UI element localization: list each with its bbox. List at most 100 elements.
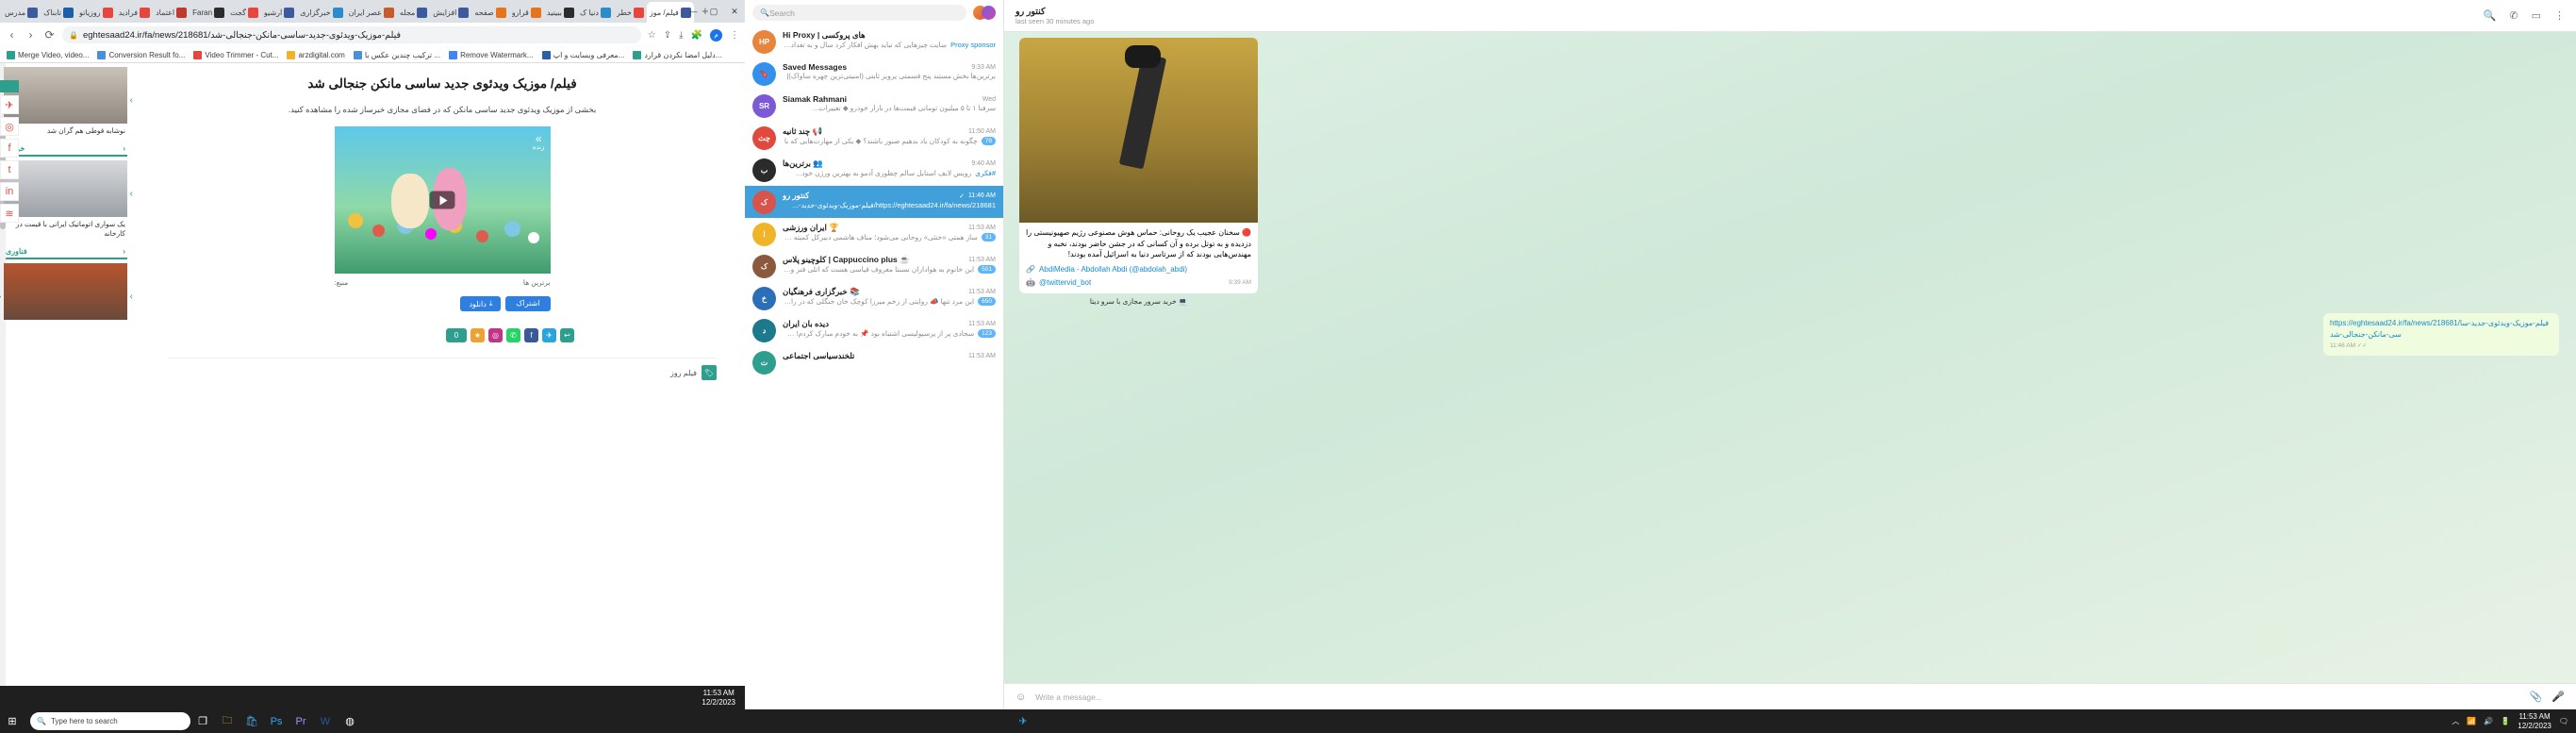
facebook-icon[interactable]: f — [524, 328, 538, 342]
close-button[interactable]: ✕ — [724, 0, 745, 23]
sidebar-card[interactable]: ‹ › — [0, 263, 133, 321]
comment-count-badge[interactable]: 0 — [446, 328, 467, 342]
carousel-next-icon[interactable]: › — [130, 189, 133, 199]
chat-list-item[interactable]: ک کلوچینو پلاس | Cappuccino plus ☕ 11:53 A… — [745, 250, 1003, 282]
store-icon[interactable]: 🛍 — [239, 709, 264, 733]
message-link-bot[interactable]: @twittervid_bot — [1039, 277, 1091, 289]
telegram-icon[interactable]: ✈ — [1011, 709, 1035, 733]
instagram-icon[interactable]: ◎ — [0, 117, 19, 136]
whatsapp-icon[interactable]: ✆ — [506, 328, 520, 342]
browser-tab[interactable]: عصر ایران — [346, 2, 397, 23]
browser-tab[interactable]: افزایش — [430, 2, 471, 23]
browser-tab[interactable]: مدرس — [2, 2, 41, 23]
photoshop-icon[interactable]: Ps — [264, 709, 289, 733]
rss-icon[interactable]: ≋ — [0, 204, 19, 223]
maximize-button[interactable]: ▢ — [703, 0, 724, 23]
phone-icon[interactable]: ✆ — [2509, 9, 2518, 22]
profile-avatar[interactable]: م — [710, 28, 722, 42]
battery-icon[interactable]: 🔋 — [2501, 717, 2510, 725]
video-player[interactable]: » زنده — [334, 126, 551, 274]
network-icon[interactable]: 📶 — [2467, 717, 2476, 725]
taskbar-search-box[interactable]: 🔍 Type here to search — [30, 712, 190, 730]
browser-tab[interactable]: مجله — [397, 2, 430, 23]
browser-tab[interactable]: خطر — [614, 2, 647, 23]
message-link-author[interactable]: AbdiMedia - Abdollah Abdi (@abdolah_abdi… — [1039, 264, 1187, 275]
carousel-next-icon[interactable]: › — [130, 292, 133, 302]
section-more-icon[interactable]: ‹ — [123, 144, 125, 153]
carousel-next-icon[interactable]: › — [130, 95, 133, 106]
message-bubble-outgoing[interactable]: https://eghtesaad24.ir/fa/news/218681/فی… — [2323, 312, 2559, 356]
telegram-icon[interactable]: ✈ — [0, 95, 19, 114]
browser-tab[interactable]: فرادید — [116, 2, 153, 23]
chat-list-item[interactable]: SR Siamak Rahmani Wed سرفنا ۱ تا ۵ میلیون ت… — [745, 90, 1003, 122]
reply-icon[interactable]: ↩ — [560, 328, 574, 342]
browser-tab[interactable]: صفحه — [471, 2, 508, 23]
download-icon[interactable]: ⤓ — [679, 30, 683, 41]
chat-list-item[interactable]: HP Hi Proxy | های پروکسی سایت چیزهایی که ن… — [745, 25, 1003, 58]
browser-tab[interactable]: اعتماد — [153, 2, 190, 23]
tag-label[interactable]: فیلم روز — [670, 369, 697, 377]
premiere-icon[interactable]: Pr — [289, 709, 313, 733]
forward-button[interactable]: › — [25, 28, 37, 42]
bookmark-item[interactable]: Remove Watermark... — [449, 50, 534, 59]
message-bubble-incoming[interactable]: 🔴 سخنان عجیب یک روحانی: حماس هوش مصنوعی … — [1019, 38, 1258, 293]
more-vert-icon[interactable]: ⋮ — [2554, 9, 2565, 22]
chat-list[interactable]: HP Hi Proxy | های پروکسی سایت چیزهایی که ن… — [745, 25, 1003, 709]
bookmark-item[interactable]: ترکیب چندین عکس با ... — [353, 50, 440, 59]
windows-start-icon[interactable]: ⊞ — [0, 709, 25, 733]
mic-icon[interactable]: 🎤 — [2551, 691, 2565, 703]
folder-icon[interactable]: 🗀 — [215, 709, 239, 733]
browser-tab[interactable]: ببینید — [544, 2, 577, 23]
chat-list-item[interactable]: خ خبرگزاری فرهنگیان 📚 11:53 AM این مرد تنها… — [745, 282, 1003, 314]
arrow-up-icon[interactable]: ︿ — [2452, 716, 2459, 726]
carousel-prev-icon[interactable]: ‹ — [0, 292, 1, 302]
telegram-icon[interactable]: ✈ — [542, 328, 556, 342]
reload-button[interactable]: ⟳ — [43, 28, 56, 42]
message-input[interactable]: Write a message... — [1035, 692, 2519, 702]
bookmark-item[interactable]: Video Trimmer - Cut... — [193, 50, 278, 59]
bookmark-item[interactable]: معرفی وبسایت و اپ... — [541, 50, 624, 59]
search-icon[interactable]: 🔍 — [2484, 9, 2497, 22]
browser-tab[interactable]: خبرگزاری — [297, 2, 345, 23]
address-bar[interactable]: 🔒 eghtesaad24.ir/fa/news/218681/فیلم-موز… — [62, 26, 641, 43]
chrome-icon[interactable]: ◍ — [338, 709, 362, 733]
chat-list-item[interactable]: ک کنتور رو ✓ 11:46 AM https://eghtesaad24.ir… — [745, 186, 1003, 218]
video-icon[interactable]: ▭ — [2532, 9, 2541, 22]
browser-tab[interactable]: Faran — [190, 2, 227, 23]
attach-icon[interactable]: 📎 — [2530, 691, 2543, 703]
facebook-icon[interactable]: f — [0, 139, 19, 158]
share-icon[interactable]: ⇪ — [664, 30, 671, 41]
browser-tab[interactable]: قرارو — [509, 2, 544, 23]
back-button[interactable]: ‹ — [6, 28, 18, 42]
source-links[interactable]: برترین ها — [523, 278, 551, 287]
bookmark-star-icon[interactable]: ☆ — [648, 30, 656, 41]
chat-list-item[interactable]: ب برترین‌ها 👥 9:40 AM رویس لایف استایل سالم… — [745, 154, 1003, 186]
notification-icon[interactable]: 🗨 — [2559, 717, 2568, 725]
extension-icon[interactable]: 🧩 — [691, 30, 702, 41]
instagram-icon[interactable]: ◎ — [488, 328, 503, 342]
channel-footer-text[interactable]: 💻 خرید سرور مجازی با سرو دیتا — [1019, 297, 1258, 306]
bookmark-item[interactable]: arzdigital.com — [287, 50, 345, 59]
volume-icon[interactable]: 🔊 — [2484, 717, 2493, 725]
download-button[interactable]: ⤓ دانلود — [460, 296, 502, 311]
menu-icon[interactable]: ⋮ — [730, 30, 739, 41]
bookmark-item[interactable]: دلیل امضا نکردن قرارد... — [633, 50, 721, 59]
browser-tab[interactable]: دنیا ک — [577, 2, 614, 23]
play-button[interactable] — [429, 191, 455, 209]
message-video-thumbnail[interactable] — [1019, 38, 1258, 223]
sidebar-card[interactable]: ‹ › یک سواری اتوماتیک ایرانی با قیمت در … — [0, 160, 133, 242]
bookmark-item[interactable]: Merge Video, video... — [7, 50, 89, 59]
taskbar-clock[interactable]: 11:53 AM 12/2/2023 — [2518, 712, 2551, 729]
browser-tab[interactable]: تابناک — [41, 2, 76, 23]
telegram-search-input[interactable]: 🔍 Search — [752, 5, 966, 21]
emoji-icon[interactable]: ☺ — [1016, 691, 1026, 703]
twitter-icon[interactable]: t — [0, 160, 19, 179]
message-link[interactable]: https://eghtesaad24.ir/fa/news/218681/فی… — [2330, 318, 2552, 340]
task-view-icon[interactable]: ❐ — [190, 709, 215, 733]
account-avatars[interactable] — [973, 6, 996, 20]
word-icon[interactable]: W — [313, 709, 338, 733]
chat-list-item[interactable]: ا ایران ورزشی 🏆 11:53 AM ساز همتی «خنثی» رو… — [745, 218, 1003, 250]
bookmark-icon[interactable]: ★ — [471, 328, 485, 342]
bookmark-item[interactable]: Conversion Result fo... — [97, 50, 185, 59]
chat-list-item[interactable]: چث چند ثانیه 📢 11:50 AM چگونه به کودکان یاد… — [745, 122, 1003, 154]
